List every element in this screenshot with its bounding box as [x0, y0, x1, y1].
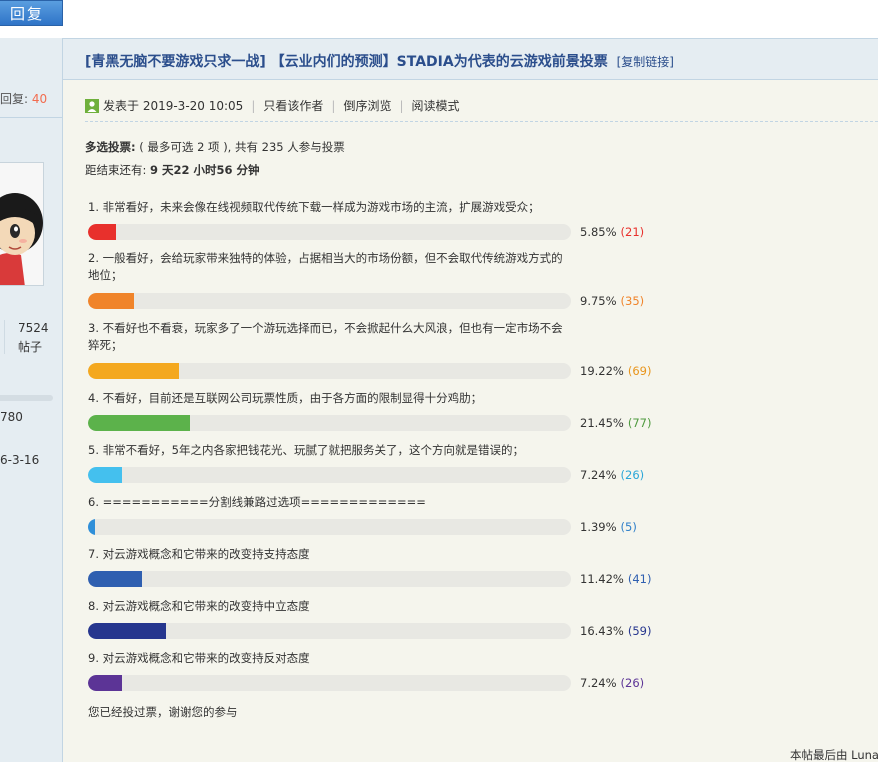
poll-option-bar-fill — [88, 415, 190, 431]
page-title: [青黑无脑不要游戏只求一战] 【云业内们的预测】STADIA为代表的云游戏前景投… — [85, 51, 674, 71]
poll-remaining-value: 9 天22 小时56 分钟 — [150, 163, 260, 177]
poll-option-count: (21) — [620, 225, 645, 239]
poll-option-label: 4. 不看好，目前还是互联网公司玩票性质，由于各方面的限制显得十分鸡肋； — [88, 391, 483, 405]
last-edited-note: 本帖最后由 Luna — [790, 748, 878, 762]
poll-option-label: 1. 非常看好，未来会像在线视频取代传统下载一样成为游戏市场的主流，扩展游戏受众… — [88, 200, 540, 214]
poll-option-percent: 21.45% — [580, 416, 624, 430]
posts-count[interactable]: 7524 — [18, 321, 49, 335]
poll-option-percent: 11.42% — [580, 572, 624, 586]
poll-option-label: 8. 对云游戏概念和它带来的改变持中立态度 — [88, 599, 310, 613]
post-title-text: [青黑无脑不要游戏只求一战] 【云业内们的预测】STADIA为代表的云游戏前景投… — [85, 54, 608, 70]
poll-remaining-label: 距结束还有: — [85, 163, 147, 177]
poll-option-bar-track — [88, 571, 571, 587]
user-online-icon — [85, 98, 99, 113]
poll-option-label: 7. 对云游戏概念和它带来的改变持支持态度 — [88, 547, 310, 561]
stat-divider — [4, 320, 5, 354]
poll-option-count: (41) — [627, 572, 652, 586]
poll-remaining: 距结束还有: 9 天22 小时56 分钟 — [85, 162, 260, 178]
level-bar — [0, 395, 53, 401]
poll-option-count: (26) — [620, 676, 645, 690]
poll-option-percent: 9.75% — [580, 294, 617, 308]
poll-option-label: 2. 一般看好，会给玩家带来独特的体验，占据相当大的市场份额，但不会取代传统游戏… — [88, 251, 563, 282]
poll-summary-text: ( 最多可选 2 项 ), 共有 235 人参与投票 — [139, 140, 345, 154]
poll-option-count: (5) — [620, 520, 637, 534]
poll-option-count: (77) — [627, 416, 652, 430]
poll-option-result: 11.42% (41) — [580, 572, 651, 586]
poll-option-bar-fill — [88, 519, 95, 535]
poll-option-count: (35) — [620, 294, 645, 308]
poll-option-count: (59) — [627, 624, 652, 638]
poll-option-bar-track — [88, 519, 571, 535]
poll-option-result: 16.43% (59) — [580, 624, 651, 638]
post-title-bar: [青黑无脑不要游戏只求一战] 【云业内们的预测】STADIA为代表的云游戏前景投… — [63, 38, 878, 80]
avatar[interactable] — [0, 162, 44, 286]
reply-count-value: 40 — [31, 92, 48, 106]
poll-option-result: 7.24% (26) — [580, 676, 644, 690]
poll-option-bar-fill — [88, 363, 179, 379]
author-info-line: 6-3-16 — [0, 453, 40, 467]
poll-option-label: 3. 不看好也不看衰，玩家多了一个游玩选择而已，不会掀起什么大风浪，但也有一定市… — [88, 321, 563, 352]
poll-option-bar-track — [88, 415, 571, 431]
poll-type-label: 多选投票: — [85, 140, 136, 154]
meta-divider — [85, 121, 878, 122]
poll-option-result: 9.75% (35) — [580, 294, 644, 308]
poll-option-bar-track — [88, 623, 571, 639]
poll-option-bar-fill — [88, 293, 134, 309]
poll-option-percent: 7.24% — [580, 468, 617, 482]
poll-option-percent: 7.24% — [580, 676, 617, 690]
poll-option-result: 19.22% (69) — [580, 364, 651, 378]
poll-option-percent: 19.22% — [580, 364, 624, 378]
poll-option-percent: 16.43% — [580, 624, 624, 638]
poll-option-bar-track — [88, 675, 571, 691]
author-sidebar: 回复: 40 7524 帖子 780 6-3-16 — [0, 38, 63, 762]
reply-button[interactable]: 回复 — [0, 0, 63, 26]
poll-summary: 多选投票: ( 最多可选 2 项 ), 共有 235 人参与投票 — [85, 139, 345, 155]
poll-option-count: (26) — [620, 468, 645, 482]
voted-note: 您已经投过票，谢谢您的参与 — [88, 705, 238, 719]
poll-option-bar-track — [88, 224, 571, 240]
copy-link-button[interactable]: [复制链接] — [617, 55, 674, 69]
meta-separator: | — [399, 98, 404, 113]
poll-option-bar-fill — [88, 571, 142, 587]
poll-option-bar-fill — [88, 224, 116, 240]
poll-option-bar-fill — [88, 623, 166, 639]
poll-option-label: 6. ===========分割线兼路过选项============= — [88, 495, 426, 509]
poll-option-bar-fill — [88, 467, 122, 483]
poll-option-count: (69) — [627, 364, 652, 378]
poll-option-bar-track — [88, 363, 571, 379]
poll-option-bar-track — [88, 467, 571, 483]
reply-count: 回复: 40 — [0, 90, 47, 107]
poll-option-result: 5.85% (21) — [580, 225, 644, 239]
poll-option-result: 7.24% (26) — [580, 468, 644, 482]
post-main: [青黑无脑不要游戏只求一战] 【云业内们的预测】STADIA为代表的云游戏前景投… — [63, 38, 878, 762]
posts-label[interactable]: 帖子 — [18, 338, 42, 355]
avatar-image-icon — [0, 163, 43, 285]
poll-option-percent: 1.39% — [580, 520, 617, 534]
poll-option-result: 1.39% (5) — [580, 520, 637, 534]
sidebar-divider — [0, 117, 62, 118]
poll-option-percent: 5.85% — [580, 225, 617, 239]
read-mode-link[interactable]: 阅读模式 — [412, 97, 460, 114]
post-meta: 发表于 2019-3-20 10:05 | 只看该作者 | 倒序浏览 | 阅读模… — [85, 97, 460, 114]
poll-option-bar-track — [88, 293, 571, 309]
poll-option-label: 5. 非常不看好，5年之内各家把钱花光、玩腻了就把服务关了，这个方向就是错误的； — [88, 443, 524, 457]
reply-count-label: 回复: — [0, 92, 29, 106]
author-info-line: 780 — [0, 410, 23, 424]
poll-option-bar-fill — [88, 675, 122, 691]
meta-separator: | — [251, 98, 256, 113]
poll-option-result: 21.45% (77) — [580, 416, 651, 430]
meta-separator: | — [331, 98, 336, 113]
top-toolbar: 回复 — [0, 0, 878, 38]
post-date: 发表于 2019-3-20 10:05 — [103, 99, 244, 113]
reverse-order-link[interactable]: 倒序浏览 — [343, 97, 391, 114]
only-author-link[interactable]: 只看该作者 — [263, 97, 323, 114]
poll-option-label: 9. 对云游戏概念和它带来的改变持反对态度 — [88, 651, 310, 665]
